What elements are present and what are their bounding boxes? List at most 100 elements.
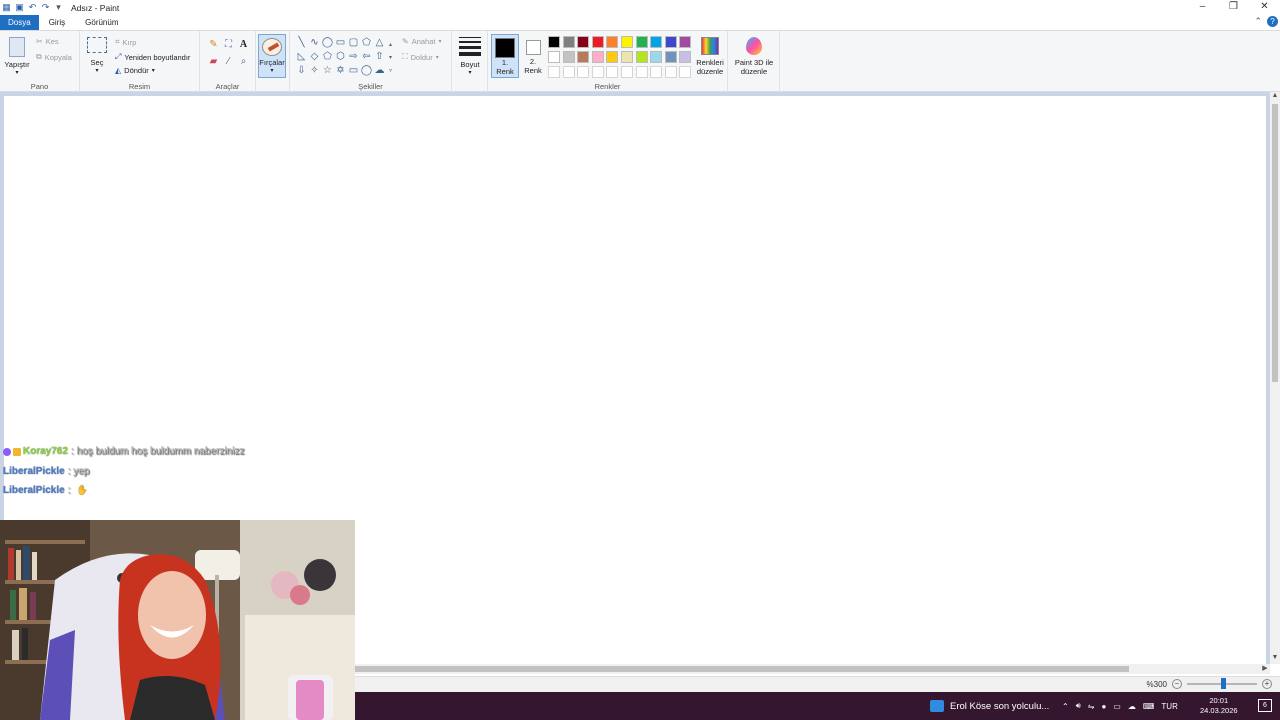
magnifier-icon[interactable]: ⌕ — [236, 56, 251, 67]
palette-color-swatch[interactable] — [679, 51, 692, 63]
cloud-callout-icon[interactable]: ☁ — [373, 65, 386, 76]
tray-overflow-icon[interactable]: ⌃ — [1062, 702, 1069, 711]
notification-center-icon[interactable]: 6 — [1258, 699, 1272, 712]
vertical-scroll-thumb[interactable] — [1272, 104, 1278, 382]
palette-color-swatch[interactable] — [577, 66, 590, 78]
crop-button[interactable]: ⌗ Kırp — [115, 37, 136, 47]
color-picker-icon[interactable]: ⁄ — [221, 56, 236, 67]
help-icon[interactable]: ? — [1267, 16, 1278, 27]
pentagon-shape-icon[interactable]: ⬠ — [321, 51, 334, 62]
select-button[interactable]: Seç ▾ — [85, 37, 109, 74]
paint3d-button[interactable]: Paint 3D ile düzenle — [730, 37, 778, 76]
palette-color-swatch[interactable] — [606, 36, 619, 48]
minimize-button[interactable]: – — [1187, 0, 1218, 15]
four-point-star-icon[interactable]: ✧ — [308, 65, 321, 76]
shapes-scroll-icon[interactable]: ▴ ▾ ▿ — [389, 39, 392, 78]
customize-toolbar-icon[interactable]: ▾ — [54, 3, 63, 12]
scroll-down-icon[interactable]: ▼ — [1270, 654, 1280, 664]
size-button[interactable]: Boyut ▾ — [456, 37, 484, 76]
five-point-star-icon[interactable]: ☆ — [321, 65, 334, 76]
palette-color-swatch[interactable] — [562, 36, 575, 48]
oval-callout-icon[interactable]: ◯ — [360, 65, 373, 76]
collapse-ribbon-icon[interactable]: ⌃ — [1254, 16, 1262, 27]
up-arrow-shape-icon[interactable]: ⇧ — [373, 51, 386, 62]
zoom-in-icon[interactable]: + — [1262, 679, 1272, 689]
color2-button[interactable]: 2. Renk — [520, 34, 546, 78]
edit-colors-button[interactable]: Renkleri düzenle — [692, 37, 728, 76]
fill-bucket-icon[interactable]: ⛶ — [221, 39, 236, 50]
palette-color-swatch[interactable] — [621, 66, 633, 78]
copy-button[interactable]: ⧉ Kopyala — [36, 52, 72, 62]
color1-button[interactable]: 1. Renk — [491, 34, 519, 78]
palette-color-swatch[interactable] — [548, 51, 560, 63]
line-shape-icon[interactable]: ╲ — [295, 37, 308, 48]
zoom-slider-knob[interactable] — [1221, 678, 1227, 689]
microphone-icon[interactable]: ● — [1101, 702, 1106, 711]
palette-color-swatch[interactable] — [606, 66, 619, 78]
fill-button[interactable]: ⛶ Doldur ▾ — [402, 52, 439, 62]
palette-color-swatch[interactable] — [562, 51, 575, 63]
outline-button[interactable]: ✎ Anahat ▾ — [402, 37, 442, 46]
palette-color-swatch[interactable] — [664, 51, 677, 63]
network-icon[interactable]: ⇋ — [1088, 702, 1095, 711]
palette-color-swatch[interactable] — [562, 66, 575, 78]
eraser-icon[interactable]: ▰ — [206, 56, 221, 67]
scroll-up-icon[interactable]: ▲ — [1270, 92, 1280, 102]
battery-icon[interactable]: ▭ — [1113, 702, 1121, 711]
zoom-slider[interactable] — [1187, 678, 1257, 689]
palette-color-swatch[interactable] — [577, 36, 590, 48]
tab-home[interactable]: Giriş — [39, 15, 75, 30]
left-arrow-shape-icon[interactable]: ⇦ — [360, 51, 373, 62]
tab-view[interactable]: Görünüm — [75, 15, 128, 30]
zoom-out-icon[interactable]: − — [1172, 679, 1182, 689]
palette-color-swatch[interactable] — [591, 66, 604, 78]
palette-color-swatch[interactable] — [591, 51, 604, 63]
palette-color-swatch[interactable] — [664, 66, 677, 78]
oval-shape-icon[interactable]: ◯ — [321, 37, 334, 48]
rectangle-shape-icon[interactable]: ▭ — [334, 37, 347, 48]
palette-color-swatch[interactable] — [591, 36, 604, 48]
palette-color-swatch[interactable] — [650, 36, 663, 48]
horizontal-scroll-thumb[interactable] — [355, 666, 1129, 672]
palette-color-swatch[interactable] — [650, 51, 663, 63]
pencil-icon[interactable]: ✎ — [206, 39, 221, 50]
curve-shape-icon[interactable]: ∿ — [308, 37, 321, 48]
taskbar-active-app[interactable]: Erol Köse son yolculu... — [930, 692, 1049, 720]
undo-icon[interactable]: ↶ — [28, 3, 37, 12]
close-button[interactable]: ✕ — [1249, 0, 1280, 15]
tab-file[interactable]: Dosya — [0, 15, 39, 30]
palette-color-swatch[interactable] — [635, 51, 648, 63]
polygon-shape-icon[interactable]: ⬠ — [360, 37, 373, 48]
save-icon[interactable]: ▣ — [15, 3, 24, 12]
keyboard-icon[interactable]: ⌨ — [1143, 702, 1155, 711]
palette-color-swatch[interactable] — [548, 66, 560, 78]
six-point-star-icon[interactable]: ✡ — [334, 65, 347, 76]
palette-color-swatch[interactable] — [548, 36, 560, 48]
palette-color-swatch[interactable] — [621, 36, 633, 48]
down-arrow-shape-icon[interactable]: ⇩ — [295, 65, 308, 76]
redo-icon[interactable]: ↷ — [41, 3, 50, 12]
diamond-shape-icon[interactable]: ◇ — [308, 51, 321, 62]
palette-color-swatch[interactable] — [621, 51, 633, 63]
palette-color-swatch[interactable] — [664, 36, 677, 48]
restore-button[interactable]: ❐ — [1218, 0, 1249, 15]
taskbar-clock[interactable]: 20:01 24.03.2026 — [1200, 696, 1238, 716]
hexagon-shape-icon[interactable]: ⬡ — [334, 51, 347, 62]
onedrive-icon[interactable]: ☁ — [1128, 702, 1136, 711]
resize-button[interactable]: ⤢ Yeniden boyutlandır — [115, 52, 190, 62]
right-arrow-shape-icon[interactable]: ⇨ — [347, 51, 360, 62]
paste-button[interactable]: Yapıştır ▾ — [4, 35, 30, 76]
palette-color-swatch[interactable] — [606, 51, 619, 63]
vertical-scrollbar[interactable]: ▲ ▼ — [1270, 92, 1280, 664]
palette-color-swatch[interactable] — [679, 36, 692, 48]
text-tool-icon[interactable]: A — [236, 39, 251, 50]
palette-color-swatch[interactable] — [635, 36, 648, 48]
palette-color-swatch[interactable] — [635, 66, 648, 78]
scroll-right-icon[interactable]: ▶ — [1260, 664, 1270, 674]
triangle-shape-icon[interactable]: △ — [373, 37, 386, 48]
palette-color-swatch[interactable] — [650, 66, 663, 78]
language-indicator[interactable]: TUR — [1161, 702, 1177, 711]
palette-color-swatch[interactable] — [577, 51, 590, 63]
brushes-button[interactable]: Fırçalar ▾ — [258, 34, 286, 78]
rounded-rect-shape-icon[interactable]: ▢ — [347, 37, 360, 48]
